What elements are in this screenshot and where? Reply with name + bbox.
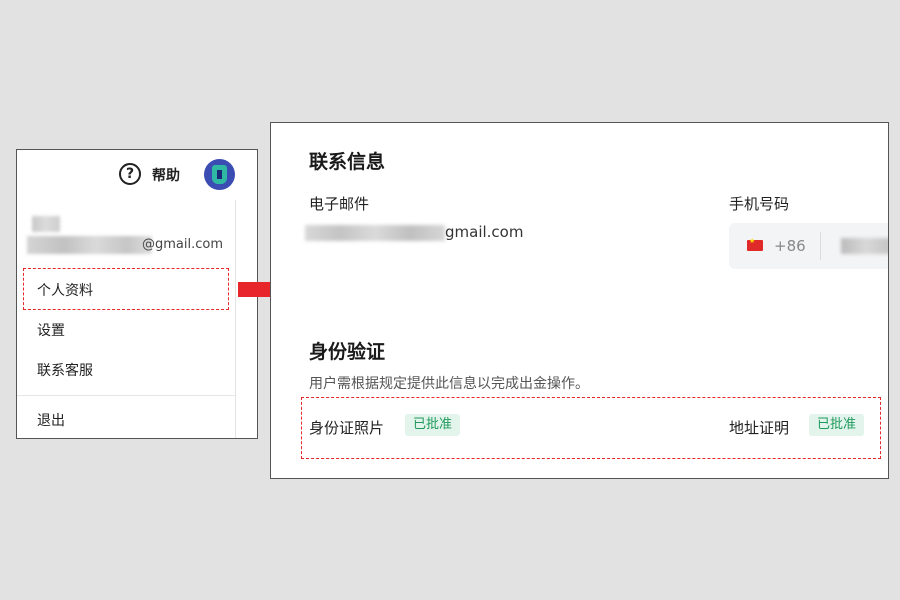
- verification-highlight-box: [301, 397, 881, 459]
- top-bar: ? 帮助: [17, 150, 257, 200]
- email-label: 电子邮件: [309, 195, 370, 213]
- account-email: @gmail.com: [27, 210, 232, 260]
- menu-item-logout[interactable]: 退出: [17, 403, 235, 438]
- blurred-email-prefix: [27, 236, 152, 254]
- email-suffix: @gmail.com: [142, 237, 224, 252]
- phone-field[interactable]: +86: [729, 223, 888, 269]
- verification-title: 身份验证: [309, 341, 386, 363]
- address-proof-label: 地址证明: [729, 419, 790, 437]
- verification-description: 用户需根据规定提供此信息以完成出金操作。: [309, 376, 589, 392]
- address-proof-status-badge: 已批准: [809, 414, 865, 436]
- profile-highlight-box: [23, 268, 229, 310]
- menu-item-settings[interactable]: 设置: [17, 313, 235, 349]
- account-menu-panel: ? 帮助 @gmail.com 个人资料 设置 联系客服 退出: [16, 149, 258, 439]
- help-icon[interactable]: ?: [119, 163, 141, 185]
- contact-info-title: 联系信息: [309, 151, 386, 173]
- menu-item-support[interactable]: 联系客服: [17, 353, 235, 389]
- menu-divider: [17, 395, 235, 396]
- china-flag-icon: [747, 237, 763, 251]
- blurred-username: [32, 216, 60, 232]
- phone-label: 手机号码: [729, 195, 790, 213]
- avatar-icon[interactable]: [204, 159, 235, 190]
- blurred-email: [305, 225, 445, 241]
- account-dropdown: @gmail.com 个人资料 设置 联系客服 退出: [17, 200, 236, 438]
- help-link[interactable]: 帮助: [152, 165, 180, 185]
- email-value: gmail.com: [445, 223, 524, 241]
- country-code: +86: [774, 237, 806, 255]
- avatar-logo: [212, 165, 227, 184]
- blurred-phone-number: [841, 238, 888, 254]
- id-photo-label: 身份证照片: [309, 419, 385, 437]
- profile-page-panel: 联系信息 电子邮件 gmail.com 手机号码 +86 身份验证 用户需根据规…: [270, 122, 889, 479]
- phone-separator: [820, 232, 821, 260]
- id-photo-status-badge: 已批准: [405, 414, 461, 436]
